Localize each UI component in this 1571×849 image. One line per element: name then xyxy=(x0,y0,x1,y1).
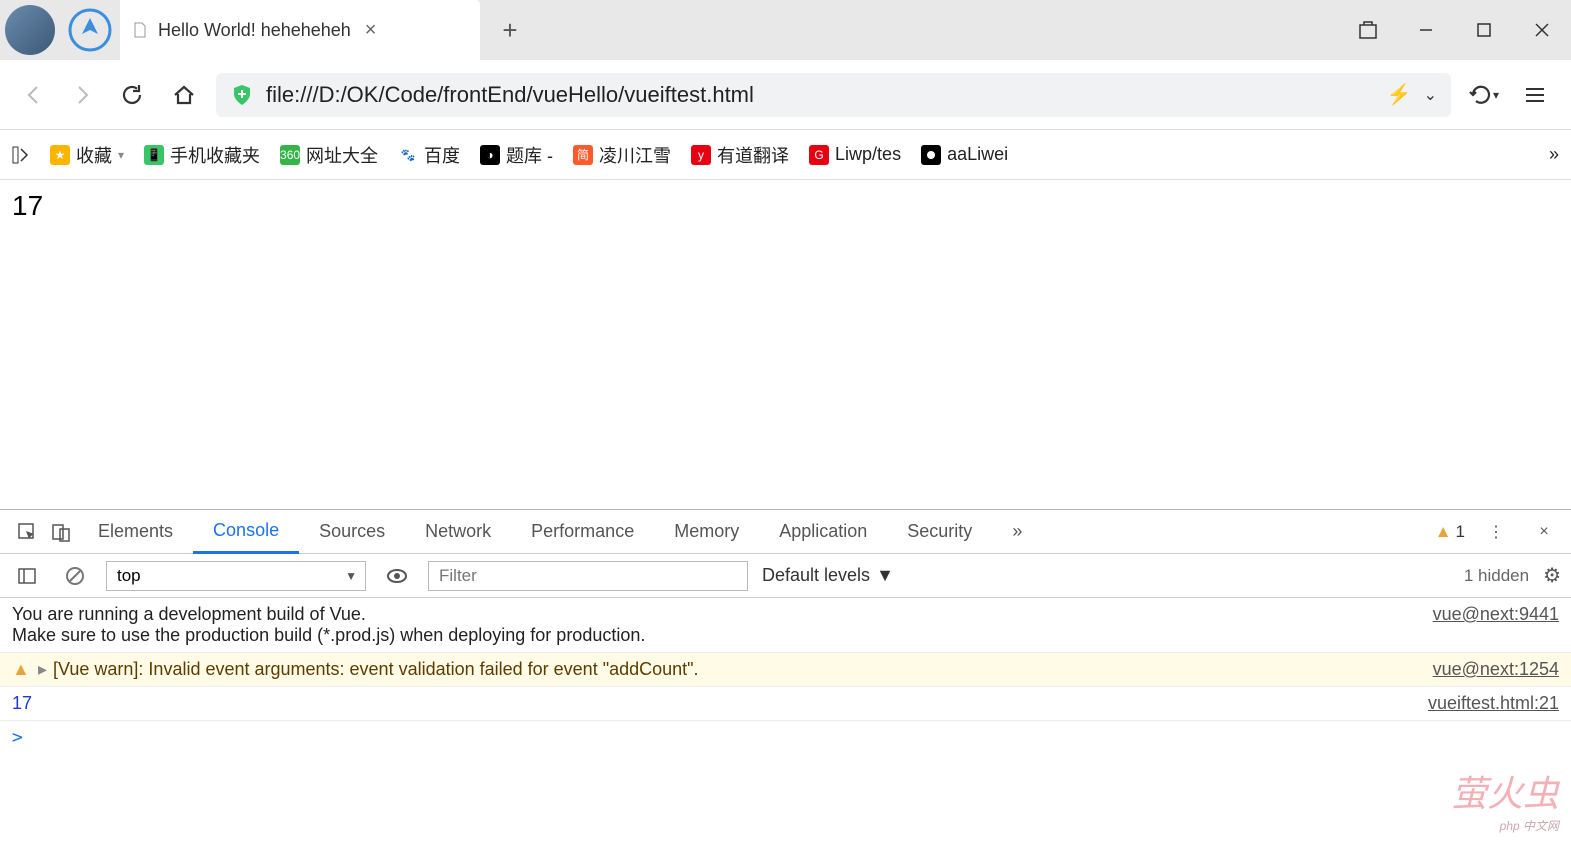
devtools-tab-performance[interactable]: Performance xyxy=(511,510,654,554)
bookmark-icon: 360 xyxy=(280,145,300,165)
bookmark-icon: y xyxy=(691,145,711,165)
bookmark-label: 有道翻译 xyxy=(717,142,789,168)
bookmark-icon: G xyxy=(809,145,829,165)
console-prompt[interactable]: > xyxy=(0,721,1571,754)
forward-button[interactable] xyxy=(64,77,100,113)
warning-count[interactable]: ▲1 xyxy=(1435,522,1465,542)
url-box[interactable]: file:///D:/OK/Code/frontEnd/vueHello/vue… xyxy=(216,73,1451,117)
page-content: 17 xyxy=(0,180,1571,232)
filter-input[interactable] xyxy=(428,561,748,591)
minimize-button[interactable] xyxy=(1397,0,1455,60)
log-levels-select[interactable]: Default levels ▼ xyxy=(762,565,894,586)
bookmark-icon: 简 xyxy=(573,145,593,165)
bookmark-label: Liwp/tes xyxy=(835,144,901,165)
warning-icon: ▲ xyxy=(12,659,32,680)
titlebar: Hello World! heheheheh × + xyxy=(0,0,1571,60)
bookmarks-bar: ★ 收藏 ▾ 📱 手机收藏夹 360 网址大全 🐾 百度 ◑ 题库 - 简凌川江雪 y 有道翻译 G Liwp… xyxy=(0,130,1571,180)
settings-gear-icon[interactable]: ⚙ xyxy=(1543,563,1561,588)
message-source[interactable]: vue@next:9441 xyxy=(1433,604,1559,646)
devtools-menu-icon[interactable]: ⋮ xyxy=(1479,522,1513,542)
undo-button[interactable]: ▾ xyxy=(1463,81,1503,109)
clear-console-icon[interactable] xyxy=(58,566,92,586)
message-text: 17 xyxy=(12,693,1428,714)
hidden-count[interactable]: 1 hidden xyxy=(1464,566,1529,586)
bookmark-icon: 🐾 xyxy=(398,145,418,165)
chevron-down-icon[interactable]: ⌄ xyxy=(1424,85,1437,105)
profile-avatar[interactable] xyxy=(0,0,60,60)
message-source[interactable]: vue@next:1254 xyxy=(1433,659,1559,680)
back-button[interactable] xyxy=(16,77,52,113)
devtools-tab-elements[interactable]: Elements xyxy=(78,510,193,554)
console-message: 17vueiftest.html:21 xyxy=(0,687,1571,721)
devtools-tab-console[interactable]: Console xyxy=(193,510,299,554)
menu-button[interactable] xyxy=(1515,84,1555,106)
devtools-close-icon[interactable]: × xyxy=(1527,523,1561,541)
new-tab-button[interactable]: + xyxy=(480,0,540,60)
tab-close-icon[interactable]: × xyxy=(361,19,381,42)
window-controls xyxy=(1339,0,1571,60)
page-icon xyxy=(132,22,148,38)
sidebar-toggle-icon[interactable] xyxy=(12,146,30,164)
maximize-button[interactable] xyxy=(1455,0,1513,60)
url-text: file:///D:/OK/Code/frontEnd/vueHello/vue… xyxy=(266,82,1375,108)
bookmark-item[interactable]: aaLiwei xyxy=(921,144,1008,165)
chevron-down-icon[interactable]: ▾ xyxy=(118,148,124,162)
address-bar: file:///D:/OK/Code/frontEnd/vueHello/vue… xyxy=(0,60,1571,130)
bookmark-icon: ◑ xyxy=(480,145,500,165)
bookmark-overflow[interactable]: » xyxy=(1549,144,1559,165)
bookmark-icon: 📱 xyxy=(144,145,164,165)
bookmark-label: 网址大全 xyxy=(306,142,378,168)
sidebar-icon[interactable] xyxy=(10,567,44,585)
expand-icon[interactable]: ▸ xyxy=(38,659,47,680)
bookmark-item[interactable]: G Liwp/tes xyxy=(809,144,901,165)
bookmark-item[interactable]: 🐾 百度 xyxy=(398,142,460,168)
bookmark-label: 收藏 xyxy=(76,142,112,168)
home-button[interactable] xyxy=(164,75,204,115)
bookmark-label: 题库 - xyxy=(506,142,553,168)
devtools-tab-sources[interactable]: Sources xyxy=(299,510,405,554)
bookmark-item[interactable]: 简凌川江雪 xyxy=(573,142,671,168)
bookmark-label: 百度 xyxy=(424,142,460,168)
message-text: You are running a development build of V… xyxy=(12,604,1433,646)
devtools-tab-overflow[interactable]: » xyxy=(992,510,1042,554)
devtools-tab-memory[interactable]: Memory xyxy=(654,510,759,554)
bookmark-label: 凌川江雪 xyxy=(599,142,671,168)
message-text: [Vue warn]: Invalid event arguments: eve… xyxy=(53,659,1433,680)
message-source[interactable]: vueiftest.html:21 xyxy=(1428,693,1559,714)
console-message: ▲ ▸ [Vue warn]: Invalid event arguments: e… xyxy=(0,653,1571,687)
security-shield-icon xyxy=(230,83,254,107)
bookmark-icon xyxy=(921,145,941,165)
extension-icon[interactable] xyxy=(1339,0,1397,60)
tab-active[interactable]: Hello World! heheheheh × xyxy=(120,0,480,60)
devtools-tab-security[interactable]: Security xyxy=(887,510,992,554)
tab-title: Hello World! heheheheh xyxy=(158,20,351,41)
console-output: You are running a development build of V… xyxy=(0,598,1571,849)
bookmark-item[interactable]: ◑ 题库 - xyxy=(480,142,553,168)
bookmark-item[interactable]: 📱 手机收藏夹 xyxy=(144,142,260,168)
bookmark-label: 手机收藏夹 xyxy=(170,142,260,168)
bookmark-item[interactable]: y 有道翻译 xyxy=(691,142,789,168)
reload-button[interactable] xyxy=(112,75,152,115)
bookmark-item[interactable]: ★ 收藏 ▾ xyxy=(50,142,124,168)
close-button[interactable] xyxy=(1513,0,1571,60)
devtools-tab-application[interactable]: Application xyxy=(759,510,887,554)
console-toolbar: top Default levels ▼ 1 hidden ⚙ xyxy=(0,554,1571,598)
bolt-icon[interactable]: ⚡ xyxy=(1387,82,1412,107)
browser-logo-icon[interactable] xyxy=(60,0,120,60)
live-expression-icon[interactable] xyxy=(380,565,414,587)
devtools-tab-network[interactable]: Network xyxy=(405,510,511,554)
device-toggle-icon[interactable] xyxy=(44,522,78,542)
inspect-icon[interactable] xyxy=(10,522,44,542)
console-message: You are running a development build of V… xyxy=(0,598,1571,653)
bookmark-icon: ★ xyxy=(50,145,70,165)
devtools-panel: ElementsConsoleSourcesNetworkPerformance… xyxy=(0,509,1571,849)
bookmark-label: aaLiwei xyxy=(947,144,1008,165)
bookmark-item[interactable]: 360 网址大全 xyxy=(280,142,378,168)
context-select[interactable]: top xyxy=(106,561,366,591)
devtools-tabs: ElementsConsoleSourcesNetworkPerformance… xyxy=(0,510,1571,554)
